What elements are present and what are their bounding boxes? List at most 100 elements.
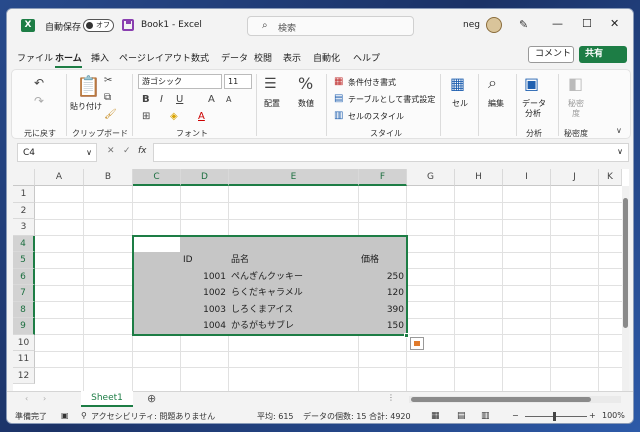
cell-id[interactable]: 1002 [181,285,226,301]
pen-icon[interactable]: ✎ [519,18,528,31]
undo-icon[interactable]: ↶ [34,76,44,90]
row-header[interactable]: 11 [13,351,35,368]
row-header[interactable]: 2 [13,202,35,219]
accessibility-status[interactable]: アクセシビリティ: 問題ありません [91,411,215,422]
zoom-out-icon[interactable]: − [512,411,519,420]
column-header[interactable]: G [407,169,455,186]
tab-view[interactable]: 表示 [283,51,301,64]
tab-data[interactable]: データ [221,51,248,64]
autosave-toggle[interactable]: オフ [83,19,114,32]
shrink-font-button[interactable]: A [226,95,231,104]
cell-id[interactable]: 1003 [181,302,226,318]
user-name[interactable]: neg [463,20,480,30]
cell-name[interactable]: らくだキャラメル [231,285,303,301]
cell-name[interactable]: ぺんぎんクッキー [231,269,303,285]
column-header[interactable]: E [229,169,359,186]
data-analysis-icon[interactable]: ▣ [524,74,539,93]
row-header[interactable]: 8 [13,301,35,318]
tab-formulas[interactable]: 数式 [191,51,209,64]
underline-button[interactable]: U [176,94,183,105]
table-format-button[interactable]: テーブルとして書式設定 [348,94,435,105]
quick-analysis-icon[interactable] [410,337,424,350]
insert-function-icon[interactable]: fx [138,146,147,156]
row-header[interactable]: 7 [13,285,35,302]
row-header[interactable]: 1 [13,186,35,203]
italic-button[interactable]: I [160,94,163,105]
align-label[interactable]: 配置 [264,98,280,109]
column-header[interactable]: K [599,169,622,186]
row-header[interactable]: 12 [13,367,35,384]
cell-name[interactable]: しろくまアイス [231,302,293,318]
search-input[interactable]: ⌕ 検索 [247,16,414,36]
header-cell-name[interactable]: 品名 [231,252,249,268]
column-header[interactable]: I [503,169,551,186]
column-header[interactable]: H [455,169,503,186]
collapse-ribbon-icon[interactable]: ∨ [616,126,622,135]
cell-price[interactable]: 250 [359,269,404,285]
tab-file[interactable]: ファイル [17,51,53,64]
share-button[interactable]: 共有 [579,46,627,63]
redo-icon[interactable]: ↷ [34,94,44,108]
cell-styles-icon[interactable]: ▥ [334,110,343,121]
sensitivity-label-2[interactable]: 度 [572,108,580,119]
column-header[interactable]: B [84,169,133,186]
tab-review[interactable]: 校閲 [254,51,272,64]
enter-icon[interactable]: ✓ [123,146,131,156]
data-analysis-label-2[interactable]: 分析 [525,108,541,119]
zoom-slider-knob[interactable] [553,412,556,421]
cells-label[interactable]: セル [452,98,468,109]
row-header[interactable]: 4 [13,235,35,252]
next-sheet-icon[interactable]: › [43,394,46,403]
select-all-corner[interactable] [13,169,35,186]
tab-insert[interactable]: 挿入 [91,51,109,64]
cell-id[interactable]: 1004 [181,318,226,334]
cell-price[interactable]: 120 [359,285,404,301]
scrollbar-thumb[interactable] [623,198,628,328]
column-header[interactable]: A [35,169,84,186]
horizontal-scrollbar[interactable] [409,396,621,403]
macro-record-icon[interactable]: ▣ [61,411,69,420]
header-cell-price[interactable]: 価格 [361,252,379,268]
avatar[interactable] [486,17,502,33]
font-name-select[interactable]: 游ゴシック [138,74,222,89]
cancel-icon[interactable]: ✕ [107,146,115,156]
tab-page-layout[interactable]: ページレイアウト [119,51,191,64]
comment-button[interactable]: コメント [528,46,574,63]
scrollbar-thumb[interactable] [411,397,591,402]
conditional-format-button[interactable]: 条件付き書式 [348,77,396,88]
cells-icon[interactable]: ▦ [450,74,465,93]
add-sheet-icon[interactable]: ⊕ [147,392,156,405]
paste-icon[interactable]: 📋 [76,74,101,98]
column-header[interactable]: D [181,169,229,186]
header-cell-id[interactable]: ID [183,252,193,268]
conditional-format-icon[interactable]: ▦ [334,76,343,87]
fill-handle[interactable] [404,332,409,338]
close-icon[interactable]: ✕ [610,17,619,30]
column-header[interactable]: C [133,169,181,186]
font-size-select[interactable]: 11 [224,74,252,89]
zoom-in-icon[interactable]: + [589,411,596,420]
column-header[interactable]: J [551,169,599,186]
column-header[interactable]: F [359,169,407,186]
cell-price[interactable]: 390 [359,302,404,318]
zoom-slider[interactable] [525,416,587,417]
save-icon[interactable] [122,19,134,31]
cell-name[interactable]: かるがもサブレ [231,318,294,334]
editing-label[interactable]: 編集 [488,98,504,109]
align-icon[interactable]: ☰ [264,76,277,92]
grow-font-button[interactable]: A [208,94,215,105]
maximize-icon[interactable]: ☐ [582,17,592,30]
minimize-icon[interactable]: — [552,17,563,30]
number-label[interactable]: 数値 [298,98,314,109]
paste-label[interactable]: 貼り付け [70,101,102,112]
editing-icon[interactable]: ⌕ [488,73,497,93]
fill-color-icon[interactable]: ◈ [170,111,178,122]
worksheet-grid[interactable]: A B C D E F G H I J K 1 2 3 4 5 6 7 8 9 … [13,169,629,391]
cut-icon[interactable]: ✂ [104,75,112,86]
row-header[interactable]: 10 [13,334,35,351]
font-color-icon[interactable]: A [198,111,205,122]
zoom-level[interactable]: 100% [602,411,625,420]
more-icon[interactable]: ⋮ [387,393,395,402]
chevron-down-icon[interactable]: ∨ [86,144,92,162]
tab-home[interactable]: ホーム [55,51,82,68]
